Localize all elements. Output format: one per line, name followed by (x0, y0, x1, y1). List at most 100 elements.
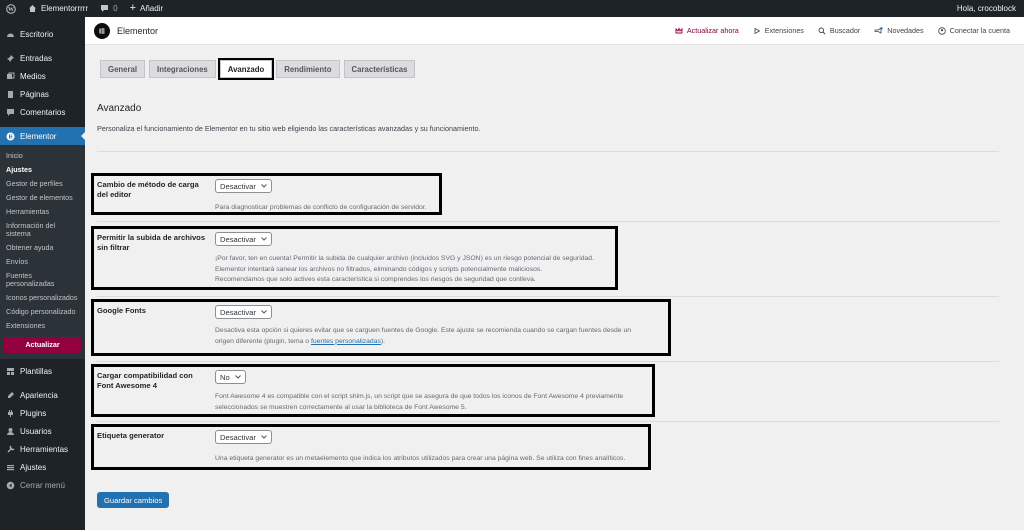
sidebar-item-label: Apariencia (20, 390, 58, 400)
section-title: Avanzado (97, 103, 142, 114)
connect-account-label: Conectar la cuenta (949, 26, 1010, 35)
submenu-informacion-sistema[interactable]: Información del sistema (0, 219, 85, 241)
admin-sidebar: Escritorio Entradas Medios Páginas Comen… (0, 17, 85, 530)
svg-text:W: W (8, 7, 14, 13)
setting-divider (97, 221, 999, 222)
sidebar-item-herramientas[interactable]: Herramientas (0, 440, 85, 458)
submenu-codigo-personalizado[interactable]: Código personalizado (0, 305, 85, 319)
submenu-envios[interactable]: Envíos (0, 255, 85, 269)
sidebar-item-label: Elementor (20, 131, 57, 141)
sidebar-item-elementor[interactable]: Elementor (0, 127, 85, 145)
chevron-down-icon (261, 184, 267, 188)
add-new-label: Añadir (140, 4, 164, 13)
plus-icon: + (129, 2, 137, 14)
desc-line: Font Awesome 4 es compatible con el scri… (215, 393, 624, 400)
submenu-gestor-elementos[interactable]: Gestor de elementos (0, 191, 85, 205)
elementor-header: Elementor Actualizar ahora Extensiones B… (85, 17, 1024, 45)
add-new-link[interactable]: + Añadir (124, 0, 170, 17)
submenu-herramientas[interactable]: Herramientas (0, 205, 85, 219)
save-changes-button[interactable]: Guardar cambios (97, 492, 170, 508)
font-awesome-select[interactable]: No (215, 370, 246, 384)
section-divider (97, 151, 999, 152)
whats-new-label: Novedades (887, 26, 924, 35)
submenu-upgrade-button[interactable]: Actualizar (4, 337, 81, 353)
desc-text: origen diferente (plugin, tema o (215, 337, 311, 345)
setting-generator-tag: Etiqueta generator Desactivar Una etique… (91, 424, 651, 470)
sidebar-item-paginas[interactable]: Páginas (0, 85, 85, 103)
sidebar-item-ajustes[interactable]: Ajustes (0, 458, 85, 476)
appearance-icon (6, 391, 15, 400)
select-value: Desactivar (220, 307, 256, 317)
chevron-down-icon (234, 375, 241, 379)
submenu-gestor-perfiles[interactable]: Gestor de perfiles (0, 177, 85, 191)
sidebar-item-label: Entradas (20, 53, 53, 63)
account-menu[interactable]: Hola, crocoblock (951, 0, 1024, 17)
tab-rendimiento[interactable]: Rendimiento (276, 60, 340, 78)
submenu-ajustes[interactable]: Ajustes (0, 163, 85, 177)
site-name-link[interactable]: Elementorrrrr (22, 0, 94, 17)
sidebar-item-label: Herramientas (20, 444, 69, 454)
site-name: Elementorrrrr (41, 4, 89, 13)
editor-loader-select[interactable]: Desactivar (215, 179, 272, 193)
tab-general[interactable]: General (100, 60, 146, 78)
setting-description: ¡Por favor, ten en cuenta! Permitir la s… (215, 254, 594, 286)
chevron-down-icon (261, 310, 267, 314)
submenu-inicio[interactable]: Inicio (0, 149, 85, 163)
extensions-link[interactable]: Extensiones (753, 26, 804, 35)
setting-label: Google Fonts (97, 306, 146, 315)
sidebar-item-usuarios[interactable]: Usuarios (0, 422, 85, 440)
extensions-label: Extensiones (764, 26, 804, 35)
upgrade-now-link[interactable]: Actualizar ahora (675, 26, 739, 35)
tab-integraciones[interactable]: Integraciones (149, 60, 216, 78)
sidebar-item-medios[interactable]: Medios (0, 67, 85, 85)
search-link[interactable]: Buscador (818, 26, 860, 35)
desc-line: Recomendamos que solo actives esta carac… (215, 276, 536, 283)
setting-description: Desactiva esta opción si quieres evitar … (215, 326, 631, 347)
unfiltered-uploads-select[interactable]: Desactivar (215, 232, 272, 246)
setting-label: Permitir la subida de archivos sin filtr… (97, 233, 206, 252)
comment-bubble-icon (101, 5, 109, 12)
elementor-icon (6, 132, 15, 141)
sidebar-item-cerrar-menu[interactable]: Cerrar menú (0, 476, 85, 494)
setting-label: Cargar compatibilidad con Font Awesome 4 (97, 371, 193, 390)
whats-new-link[interactable]: Novedades (874, 26, 924, 35)
tab-caracteristicas[interactable]: Características (343, 60, 416, 78)
submenu-extensiones[interactable]: Extensiones (0, 319, 85, 333)
pin-icon (6, 54, 15, 63)
sidebar-item-entradas[interactable]: Entradas (0, 49, 85, 67)
greeting: Hola, crocoblock (956, 4, 1016, 13)
select-value: No (220, 372, 230, 382)
google-fonts-select[interactable]: Desactivar (215, 305, 272, 319)
submenu-obtener-ayuda[interactable]: Obtener ayuda (0, 241, 85, 255)
tab-avanzado[interactable]: Avanzado (217, 58, 275, 80)
chevron-down-icon (261, 237, 267, 241)
sidebar-item-label: Comentarios (20, 107, 66, 117)
sidebar-item-label: Cerrar menú (20, 480, 65, 490)
settings-icon (6, 463, 15, 472)
sidebar-item-escritorio[interactable]: Escritorio (0, 25, 85, 43)
wordpress-logo-icon[interactable]: W (0, 0, 22, 17)
connect-account-link[interactable]: Conectar la cuenta (937, 26, 1010, 35)
comments-link[interactable]: 0 (94, 0, 123, 17)
submenu-iconos-personalizados[interactable]: Iconos personalizados (0, 291, 85, 305)
desc-line: ¡Por favor, ten en cuenta! Permitir la s… (215, 255, 594, 262)
desc-line: origen diferente (plugin, tema o fuentes… (215, 337, 631, 348)
chevron-down-icon (261, 435, 267, 439)
setting-font-awesome: Cargar compatibilidad con Font Awesome 4… (91, 364, 655, 417)
sidebar-item-apariencia[interactable]: Apariencia (0, 386, 85, 404)
setting-google-fonts: Google Fonts Desactivar Desactiva esta o… (91, 299, 671, 356)
setting-label: Cambio de método de carga del editor (97, 180, 199, 199)
templates-icon (6, 367, 15, 376)
sidebar-item-label: Usuarios (20, 426, 52, 436)
plugins-icon (6, 409, 15, 418)
setting-divider (97, 361, 999, 362)
custom-fonts-link[interactable]: fuentes personalizadas (311, 338, 381, 345)
comments-count: 0 (113, 4, 118, 13)
sidebar-item-plantillas[interactable]: Plantillas (0, 362, 85, 380)
sidebar-item-plugins[interactable]: Plugins (0, 404, 85, 422)
users-icon (6, 427, 15, 436)
generator-tag-select[interactable]: Desactivar (215, 430, 272, 444)
setting-editor-loader: Cambio de método de carga del editor Des… (91, 173, 442, 215)
sidebar-item-comentarios[interactable]: Comentarios (0, 103, 85, 121)
submenu-fuentes-personalizadas[interactable]: Fuentes personalizadas (0, 269, 85, 291)
